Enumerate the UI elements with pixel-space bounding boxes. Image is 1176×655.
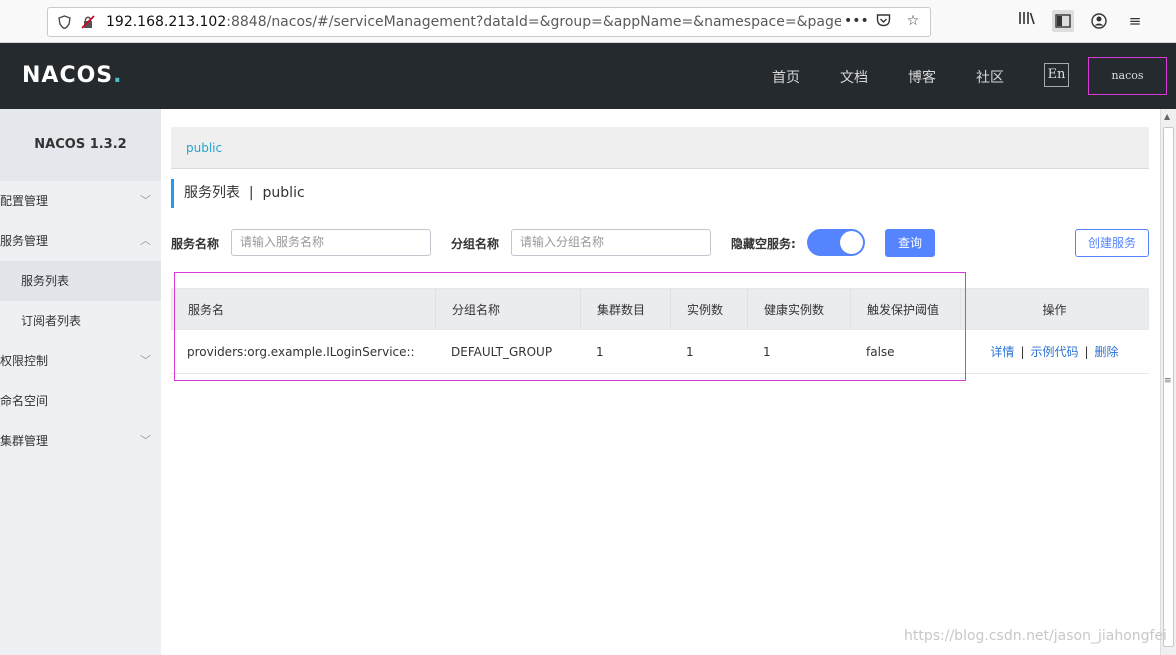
scroll-up-icon[interactable]: ▲ (1164, 112, 1170, 121)
detail-link[interactable]: 详情 (990, 345, 1014, 359)
pocket-icon[interactable] (874, 13, 892, 31)
shield-icon[interactable] (56, 14, 72, 30)
star-icon[interactable]: ☆ (904, 13, 922, 31)
sidebar-item-cluster[interactable]: 集群管理 ﹀ (0, 421, 161, 461)
col-cluster-count: 集群数目 (581, 289, 671, 329)
sidebar-item-service-list[interactable]: 服务列表 (0, 261, 161, 301)
sidebar-item-label: 集群管理 (0, 434, 49, 448)
sidebar-item-label: 服务管理 (0, 234, 49, 248)
sample-code-link[interactable]: 示例代码 (1030, 345, 1078, 359)
chevron-down-icon: ﹀ (140, 434, 151, 447)
cell-operations: 详情 | 示例代码 | 删除 (990, 345, 1119, 359)
sidebar-item-label: 配置管理 (0, 194, 49, 208)
service-name-input[interactable]: 请输入服务名称 (231, 229, 431, 256)
col-service-name: 服务名 (172, 289, 436, 329)
service-table: 服务名 分组名称 集群数目 实例数 健康实例数 触发保护阈值 操作 provid… (171, 288, 1149, 374)
sidebar-item-namespace[interactable]: 命名空间 (0, 381, 161, 421)
namespace-bar: public (171, 127, 1149, 169)
service-name-label: 服务名称 (171, 237, 220, 251)
table-header: 服务名 分组名称 集群数目 实例数 健康实例数 触发保护阈值 操作 (171, 288, 1149, 330)
vertical-scrollbar[interactable]: ▲ ≡ (1160, 109, 1176, 655)
page-title: 服务列表 | public (171, 179, 305, 208)
create-service-button[interactable]: 创建服务 (1075, 229, 1149, 257)
col-instance-count: 实例数 (671, 289, 748, 329)
sidebar-item-config[interactable]: 配置管理 ﹀ (0, 181, 161, 221)
account-icon[interactable] (1088, 10, 1110, 32)
sidebar-icon[interactable] (1052, 10, 1074, 32)
grip-icon: ≡ (1164, 376, 1172, 386)
sidebar-item-auth[interactable]: 权限控制 ﹀ (0, 341, 161, 381)
col-group-name: 分组名称 (436, 289, 581, 329)
cell-healthy-count: 1 (763, 345, 771, 359)
namespace-tab-public[interactable]: public (186, 141, 222, 155)
sidebar-item-service[interactable]: 服务管理 ︿ (0, 221, 161, 261)
user-menu[interactable]: nacos (1088, 57, 1167, 95)
nav-home[interactable]: 首页 (772, 67, 800, 87)
browser-toolbar: 192.168.213.102:8848/nacos/#/serviceMana… (0, 0, 1176, 43)
nacos-logo[interactable]: NACOS. (22, 63, 123, 88)
language-toggle-button[interactable]: En (1044, 63, 1069, 87)
more-icon[interactable]: ••• (844, 13, 869, 31)
nav-docs[interactable]: 文档 (840, 67, 868, 87)
cell-group-name: DEFAULT_GROUP (451, 345, 553, 359)
table-row: providers:org.example.ILoginService:: DE… (171, 330, 1149, 374)
hide-empty-label: 隐藏空服务: (731, 237, 796, 251)
group-name-input[interactable]: 请输入分组名称 (511, 229, 711, 256)
chevron-down-icon: ﹀ (140, 354, 151, 367)
sidebar-item-label: 命名空间 (0, 394, 49, 408)
sidebar-title: NACOS 1.3.2 (0, 109, 161, 181)
app-header: NACOS. 首页 文档 博客 社区 En nacos (0, 43, 1176, 109)
hide-empty-toggle[interactable] (807, 229, 865, 256)
insecure-lock-icon[interactable] (80, 14, 96, 30)
url-text[interactable]: 192.168.213.102:8848/nacos/#/serviceMana… (106, 14, 841, 30)
delete-link[interactable]: 删除 (1095, 345, 1119, 359)
chevron-down-icon: ﹀ (140, 194, 151, 207)
cell-cluster-count: 1 (596, 345, 604, 359)
watermark: https://blog.csdn.net/jason_jiahongfei (904, 628, 1167, 644)
chevron-up-icon: ︿ (140, 234, 151, 247)
cell-threshold: false (866, 345, 895, 359)
menu-icon[interactable]: ≡ (1124, 10, 1146, 32)
address-bar[interactable]: 192.168.213.102:8848/nacos/#/serviceMana… (47, 7, 931, 37)
nav-community[interactable]: 社区 (976, 67, 1004, 87)
main-content: public 服务列表 | public 服务名称 请输入服务名称 分组名称 请… (171, 127, 1149, 374)
col-operations: 操作 (1042, 303, 1067, 317)
nav-blog[interactable]: 博客 (908, 67, 936, 87)
library-icon[interactable] (1016, 10, 1038, 32)
sidebar-item-subscribers[interactable]: 订阅者列表 (0, 301, 161, 341)
group-name-label: 分组名称 (451, 237, 500, 251)
col-threshold: 触发保护阈值 (851, 289, 961, 329)
col-healthy-count: 健康实例数 (748, 289, 851, 329)
cell-service-name: providers:org.example.ILoginService:: (187, 345, 415, 359)
cell-instance-count: 1 (686, 345, 694, 359)
query-button[interactable]: 查询 (885, 229, 935, 257)
sidebar: NACOS 1.3.2 配置管理 ﹀ 服务管理 ︿ 服务列表 订阅者列表 权限控… (0, 109, 161, 655)
filter-row: 服务名称 请输入服务名称 分组名称 请输入分组名称 隐藏空服务: 查询 创建服务 (171, 229, 1149, 257)
sidebar-item-label: 权限控制 (0, 354, 49, 368)
